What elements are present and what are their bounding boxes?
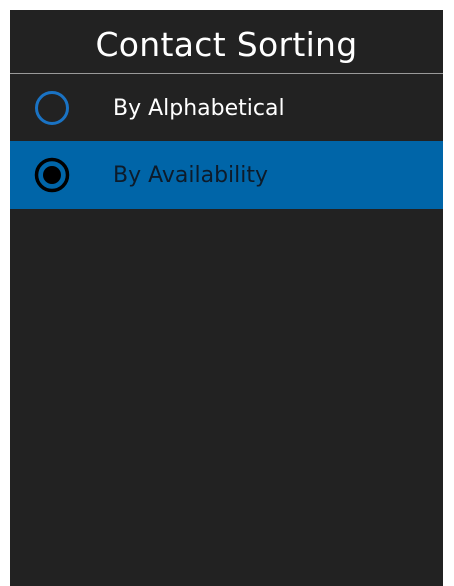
radio-selected-icon[interactable]	[34, 157, 70, 193]
radio-unselected-icon[interactable]	[34, 90, 70, 126]
page-title: Contact Sorting	[95, 25, 358, 64]
option-by-availability[interactable]: By Availability	[10, 141, 443, 209]
contact-sorting-screen: Contact Sorting By Alphabetical By Avail…	[10, 10, 443, 586]
option-by-alphabetical[interactable]: By Alphabetical	[10, 75, 443, 141]
title-bar: Contact Sorting	[10, 10, 443, 74]
option-label-availability: By Availability	[113, 162, 269, 188]
option-label-alphabetical: By Alphabetical	[113, 95, 285, 121]
